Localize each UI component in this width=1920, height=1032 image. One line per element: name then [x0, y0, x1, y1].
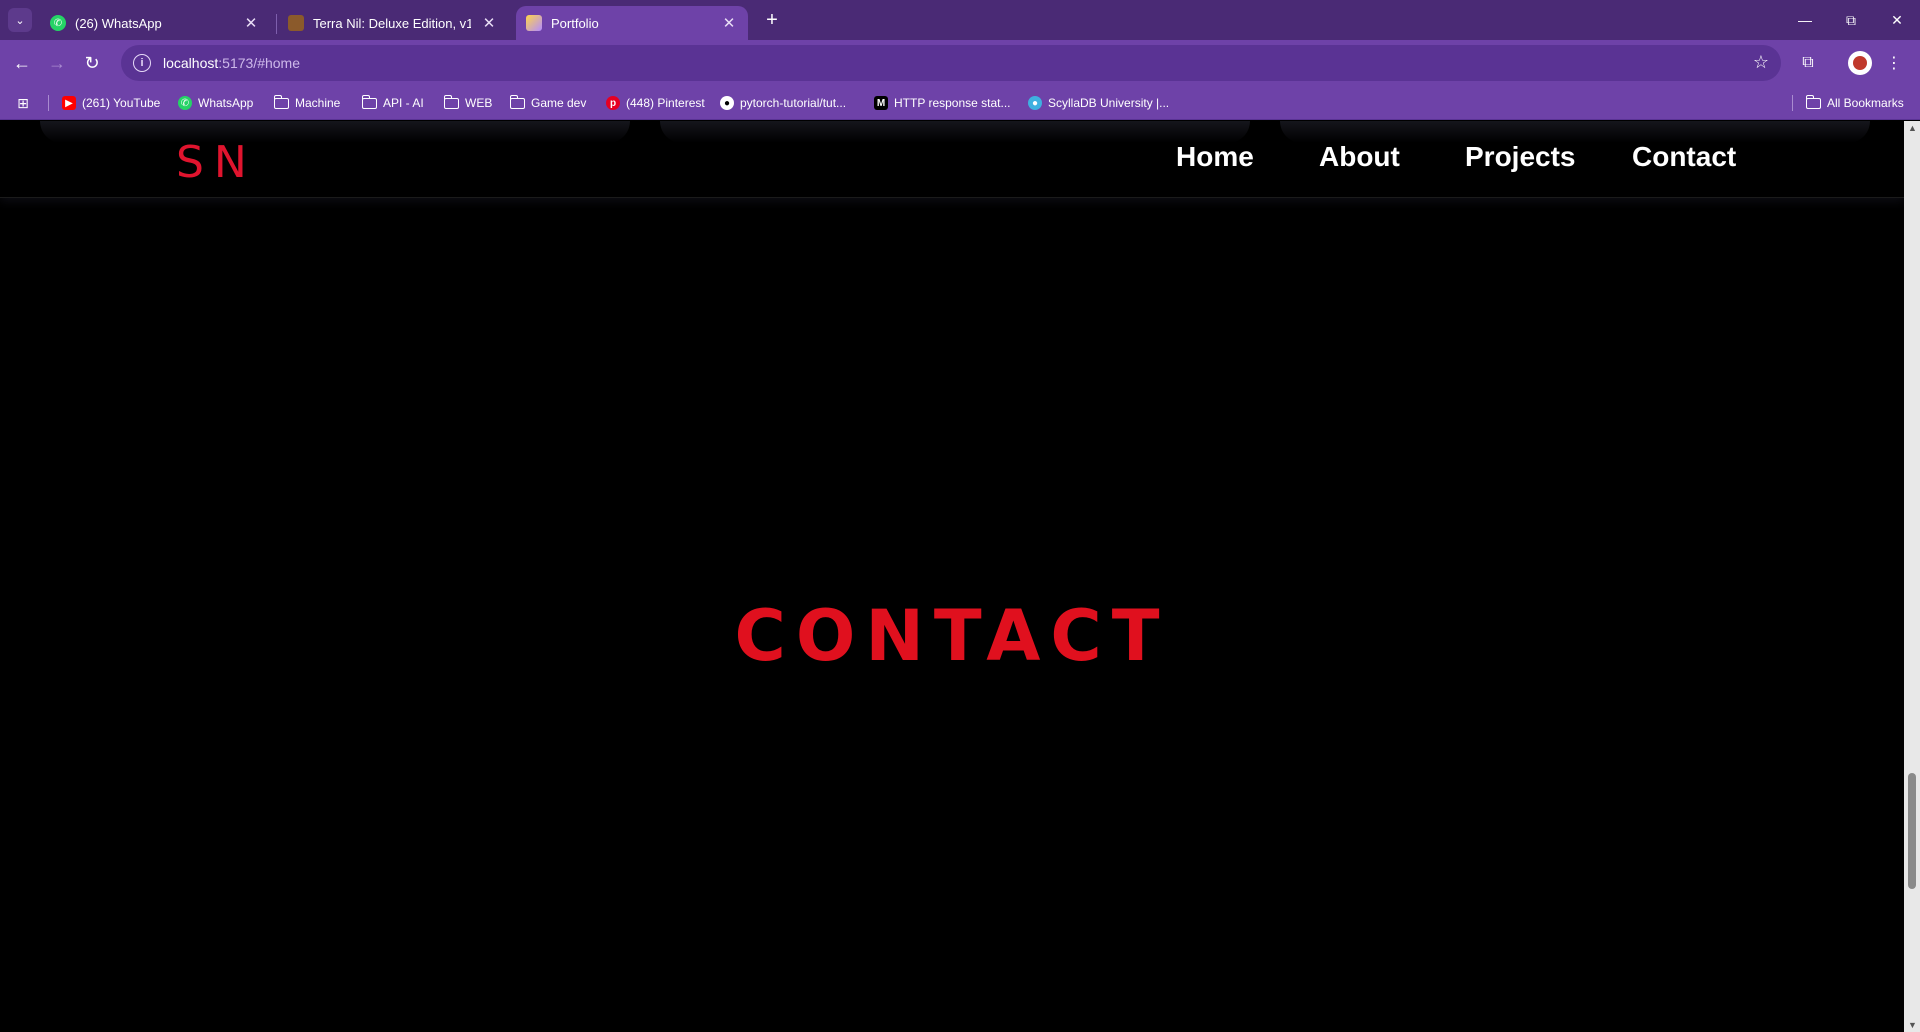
bookmark-folder-api-ai[interactable]: API - AI [361, 93, 424, 113]
close-icon[interactable]: ✕ [242, 14, 260, 32]
close-icon[interactable]: ✕ [480, 14, 498, 32]
close-icon[interactable]: ✕ [720, 14, 738, 32]
tab-separator [276, 14, 277, 34]
avatar-icon [1853, 56, 1867, 70]
scrollbar-thumb[interactable] [1908, 773, 1916, 889]
nav-glow [660, 121, 1250, 143]
pinterest-icon: p [606, 96, 620, 110]
scylladb-icon: ● [1028, 96, 1042, 110]
menu-button[interactable]: ⋮ [1880, 49, 1908, 77]
nav-link-home[interactable]: Home [1176, 141, 1254, 173]
divider [48, 95, 49, 111]
new-tab-button[interactable]: + [758, 8, 786, 32]
arrow-right-icon: → [48, 52, 66, 73]
bookmark-label: (448) Pinterest [626, 96, 705, 110]
arrow-left-icon: ← [13, 52, 31, 73]
bookmark-pytorch-tutorial[interactable]: ● pytorch-tutorial/tut... [720, 93, 846, 113]
profile-avatar[interactable] [1848, 51, 1872, 75]
game-icon [288, 15, 304, 31]
url-path: :5173/#home [218, 55, 300, 71]
tab-terra-nil[interactable]: Terra Nil: Deluxe Edition, v1.1.7 ✕ [278, 6, 508, 40]
bookmark-whatsapp[interactable]: ✆ WhatsApp [178, 93, 253, 113]
bookmark-folder-game-dev[interactable]: Game dev [509, 93, 587, 113]
vite-icon [526, 15, 542, 31]
bookmark-star-icon[interactable]: ☆ [1753, 52, 1769, 73]
divider [1792, 95, 1793, 111]
bookmark-folder-machine[interactable]: Machine [273, 93, 341, 113]
nav-link-projects[interactable]: Projects [1465, 141, 1576, 173]
bookmarks-bar: ⊞ ▶ (261) YouTube ✆ WhatsApp Machine API… [0, 86, 1920, 120]
folder-icon [509, 94, 525, 109]
folder-icon [273, 94, 289, 109]
bookmark-label: HTTP response stat... [894, 96, 1011, 110]
bookmark-http-response[interactable]: M HTTP response stat... [874, 93, 1011, 113]
site-navbar: SN Home About Projects Contact [0, 121, 1904, 198]
bookmark-pinterest[interactable]: p (448) Pinterest [606, 93, 705, 113]
youtube-icon: ▶ [62, 96, 76, 110]
tab-title: Portfolio [551, 15, 599, 31]
nav-link-about[interactable]: About [1319, 141, 1400, 173]
mdn-icon: M [874, 96, 888, 110]
folder-icon [1805, 94, 1821, 109]
folder-icon [443, 94, 459, 109]
browser-toolbar: ← → ↻ i localhost:5173/#home ☆ ⧉ ⋮ [0, 40, 1920, 86]
bookmark-label: ScyllaDB University |... [1048, 96, 1170, 110]
tab-strip: ⌄ ✆ (26) WhatsApp ✕ Terra Nil: Deluxe Ed… [0, 0, 1920, 40]
reload-button[interactable]: ↻ [78, 49, 106, 77]
nav-glow [1280, 121, 1870, 143]
url-host: localhost [163, 55, 219, 71]
site-info-icon[interactable]: i [133, 54, 151, 72]
bookmark-folder-web[interactable]: WEB [443, 93, 493, 113]
extensions-button[interactable]: ⧉ [1794, 49, 1822, 77]
bookmark-label: API - AI [383, 96, 424, 110]
address-bar[interactable]: i localhost:5173/#home ☆ [121, 45, 1781, 81]
whatsapp-icon: ✆ [178, 96, 192, 110]
github-icon: ● [720, 96, 734, 110]
restore-button[interactable]: ⧉ [1828, 0, 1874, 40]
restore-icon: ⧉ [1846, 11, 1856, 28]
tab-whatsapp[interactable]: ✆ (26) WhatsApp ✕ [40, 6, 270, 40]
close-window-button[interactable]: ✕ [1874, 0, 1920, 40]
more-vert-icon: ⋮ [1886, 55, 1902, 72]
page-viewport: SN Home About Projects Contact CONTACT [0, 121, 1904, 1032]
bookmark-youtube[interactable]: ▶ (261) YouTube [62, 93, 160, 113]
scroll-down-arrow-icon[interactable]: ▼ [1908, 1020, 1917, 1030]
bookmark-label: (261) YouTube [82, 96, 161, 110]
bookmark-label: WhatsApp [198, 96, 254, 110]
chevron-down-icon: ⌄ [15, 14, 25, 27]
scroll-up-arrow-icon[interactable]: ▲ [1908, 123, 1917, 133]
bookmark-label: pytorch-tutorial/tut... [740, 96, 847, 110]
contact-heading: CONTACT [734, 595, 1170, 677]
bookmark-label: Machine [295, 96, 341, 110]
all-bookmarks-button[interactable]: All Bookmarks [1805, 93, 1904, 113]
plus-icon: + [766, 8, 778, 31]
minimize-button[interactable]: — [1782, 0, 1828, 40]
tab-portfolio[interactable]: Portfolio ✕ [516, 6, 748, 40]
tab-title: (26) WhatsApp [75, 15, 162, 31]
bookmark-label: WEB [465, 96, 493, 110]
folder-icon [361, 94, 377, 109]
nav-link-contact[interactable]: Contact [1632, 141, 1736, 173]
tab-search-button[interactable]: ⌄ [8, 8, 32, 32]
back-button[interactable]: ← [8, 49, 36, 77]
bookmark-scylladb[interactable]: ● ScyllaDB University |... [1028, 93, 1169, 113]
close-icon: ✕ [1891, 11, 1903, 28]
grid-icon: ⊞ [17, 94, 29, 111]
nav-glow [40, 121, 630, 143]
apps-button[interactable]: ⊞ [16, 93, 30, 113]
minimize-icon: — [1798, 12, 1812, 28]
bookmark-label: Game dev [531, 96, 587, 110]
puzzle-icon: ⧉ [1802, 54, 1814, 71]
page-scrollbar[interactable]: ▲ ▼ [1904, 121, 1920, 1032]
forward-button[interactable]: → [43, 49, 71, 77]
reload-icon: ↻ [84, 52, 100, 73]
bookmark-label: All Bookmarks [1827, 96, 1904, 110]
tab-title: Terra Nil: Deluxe Edition, v1.1.7 [313, 15, 471, 31]
whatsapp-icon: ✆ [50, 15, 66, 31]
site-logo[interactable]: SN [176, 137, 257, 188]
